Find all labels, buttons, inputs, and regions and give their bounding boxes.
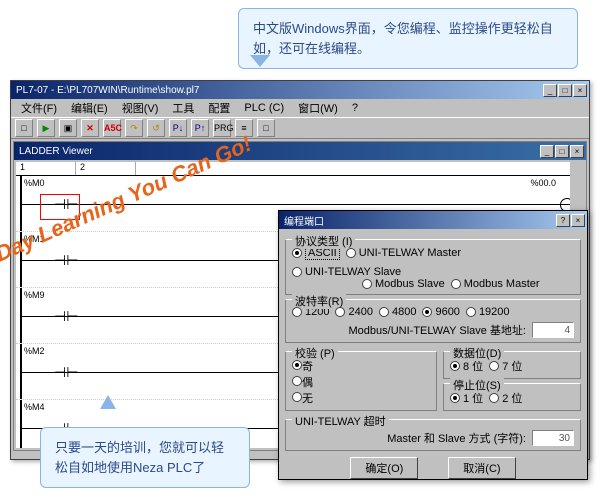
selection-box xyxy=(40,194,80,220)
close-button[interactable]: × xyxy=(573,84,587,97)
ladder-header: 1 2 xyxy=(16,162,584,176)
radio-19200[interactable]: 19200 xyxy=(466,306,510,318)
menu-file[interactable]: 文件(F) xyxy=(15,98,63,118)
tb-prg[interactable]: PRG xyxy=(213,119,231,137)
cancel-button[interactable]: 取消(C) xyxy=(448,457,515,479)
callout-pointer xyxy=(250,55,270,67)
tb-stop[interactable]: ▣ xyxy=(59,119,77,137)
label-base-addr: Modbus/UNI-TELWAY Slave 基地址: xyxy=(349,322,526,338)
label-parity: 校验 (P) xyxy=(292,345,338,361)
contact-label: %M9 xyxy=(24,290,45,300)
contact-label: %M1 xyxy=(24,234,45,244)
label-stopbits: 停止位(S) xyxy=(450,377,504,393)
tb-download[interactable]: P↓ xyxy=(169,119,187,137)
menu-view[interactable]: 视图(V) xyxy=(116,98,165,118)
tb-run[interactable]: ▶ xyxy=(37,119,55,137)
main-titlebar: PL7-07 - E:\PL707WIN\Runtime\show.pl7 _ … xyxy=(11,81,589,99)
col-2: 2 xyxy=(76,162,136,175)
menu-edit[interactable]: 编辑(E) xyxy=(65,98,114,118)
contact-label: %M2 xyxy=(24,346,45,356)
menu-plc[interactable]: PLC (C) xyxy=(238,100,290,116)
label-timeout-sub: Master 和 Slave 方式 (字符): xyxy=(387,430,526,446)
tb-block[interactable]: □ xyxy=(257,119,275,137)
dialog-help-button[interactable]: ? xyxy=(556,214,570,227)
dialog-title: 编程端口 xyxy=(281,213,556,228)
menu-tools[interactable]: 工具 xyxy=(166,98,200,118)
radio-parity-even[interactable]: 偶 xyxy=(292,377,313,389)
radio-2400[interactable]: 2400 xyxy=(335,306,372,318)
ok-button[interactable]: 确定(O) xyxy=(350,457,418,479)
comm-dialog: 编程端口 ? × 协议类型 (I) ASCII UNI-TELWAY Maste… xyxy=(278,210,588,480)
menubar: 文件(F) 编辑(E) 视图(V) 工具 配置 PLC (C) 窗口(W) ? xyxy=(11,99,589,117)
label-timeout: UNI-TELWAY 超时 xyxy=(292,413,389,429)
radio-7bit[interactable]: 7 位 xyxy=(489,358,522,374)
label-protocol: 协议类型 (I) xyxy=(292,233,355,249)
radio-unitelway-slave[interactable]: UNI-TELWAY Slave xyxy=(292,266,401,278)
group-parity: 校验 (P) 奇 偶 无 xyxy=(285,351,437,411)
group-protocol: 协议类型 (I) ASCII UNI-TELWAY Master UNI-TEL… xyxy=(285,239,581,295)
menu-window[interactable]: 窗口(W) xyxy=(292,98,344,118)
coil-label: %00.0 xyxy=(530,178,556,188)
toolbar: □ ▶ ▣ ✕ A5C ↷ ↺ P↓ P↑ PRG ≡ □ xyxy=(11,117,589,139)
ladder-title: LADDER Viewer xyxy=(16,146,540,157)
contact-label: %M0 xyxy=(24,178,45,188)
input-timeout[interactable] xyxy=(532,430,574,446)
radio-parity-odd[interactable]: 奇 xyxy=(292,361,313,373)
tb-new[interactable]: □ xyxy=(15,119,33,137)
contact-icon: ⊣⊢ xyxy=(54,364,78,381)
tb-upload[interactable]: P↑ xyxy=(191,119,209,137)
callout-training: 只要一天的培训，您就可以轻松自如地使用Neza PLC了 xyxy=(40,427,250,488)
dialog-titlebar: 编程端口 ? × xyxy=(279,211,587,229)
maximize-button[interactable]: □ xyxy=(558,84,572,97)
minimize-button[interactable]: _ xyxy=(543,84,557,97)
menu-help[interactable]: ? xyxy=(346,100,364,116)
ladder-titlebar: LADDER Viewer _ □ × xyxy=(14,142,586,160)
group-timeout: UNI-TELWAY 超时 Master 和 Slave 方式 (字符): xyxy=(285,419,581,451)
menu-config[interactable]: 配置 xyxy=(202,98,236,118)
group-stopbits: 停止位(S) 1 位 2 位 xyxy=(443,383,581,411)
radio-4800[interactable]: 4800 xyxy=(379,306,416,318)
radio-2stop[interactable]: 2 位 xyxy=(489,390,522,406)
group-databits: 数据位(D) 8 位 7 位 xyxy=(443,351,581,379)
group-baud: 波特率(R) 1200 2400 4800 9600 19200 Modbus/… xyxy=(285,299,581,343)
label-databits: 数据位(D) xyxy=(450,345,504,361)
contact-icon: ⊣⊢ xyxy=(54,308,78,325)
callout-pointer-bottom xyxy=(100,395,116,409)
col-1: 1 xyxy=(16,162,76,175)
ladder-minimize[interactable]: _ xyxy=(540,145,554,158)
contact-label: %M4 xyxy=(24,402,45,412)
dialog-close-button[interactable]: × xyxy=(571,214,585,227)
tb-delete[interactable]: ✕ xyxy=(81,119,99,137)
ladder-maximize[interactable]: □ xyxy=(555,145,569,158)
input-base-addr[interactable] xyxy=(532,322,574,338)
tb-redo[interactable]: ↺ xyxy=(147,119,165,137)
ladder-close[interactable]: × xyxy=(570,145,584,158)
radio-parity-none[interactable]: 无 xyxy=(292,393,313,405)
callout-chinese-ui: 中文版Windows界面，令您编程、监控操作更轻松自如，还可在线编程。 xyxy=(238,8,578,69)
contact-icon: ⊣⊢ xyxy=(54,252,78,269)
tb-list[interactable]: ≡ xyxy=(235,119,253,137)
radio-unitelway-master[interactable]: UNI-TELWAY Master xyxy=(346,247,461,259)
radio-9600[interactable]: 9600 xyxy=(422,306,459,318)
tb-undo[interactable]: ↷ xyxy=(125,119,143,137)
main-title: PL7-07 - E:\PL707WIN\Runtime\show.pl7 xyxy=(13,85,543,96)
radio-modbus-master[interactable]: Modbus Master xyxy=(451,278,540,290)
radio-modbus-slave[interactable]: Modbus Slave xyxy=(362,278,445,290)
tb-asc[interactable]: A5C xyxy=(103,119,121,137)
